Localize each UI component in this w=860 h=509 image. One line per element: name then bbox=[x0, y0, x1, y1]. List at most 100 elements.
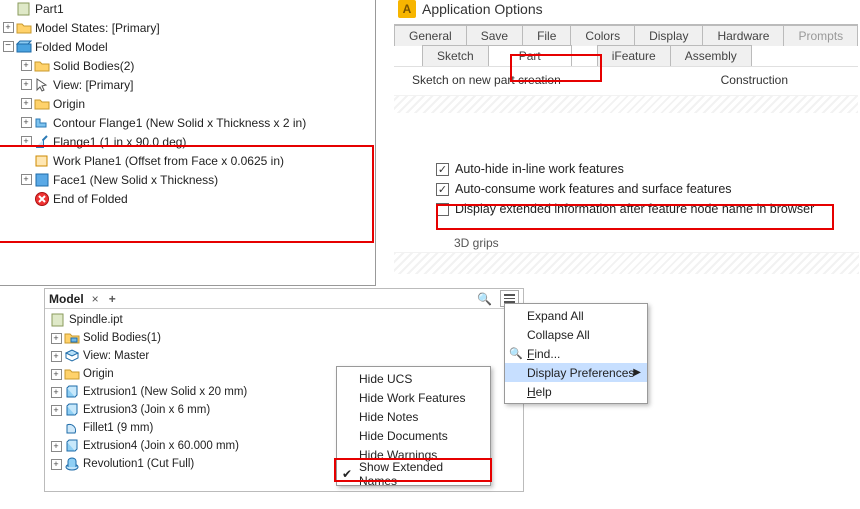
tree-label: Contour Flange1 (New Solid x Thickness x… bbox=[53, 116, 306, 130]
menu-item-hide-notes[interactable]: Hide Notes bbox=[337, 407, 490, 426]
tab-hardware[interactable]: Hardware bbox=[702, 25, 784, 46]
folder-icon bbox=[34, 58, 50, 74]
options-3d-grips-label: 3D grips bbox=[454, 236, 499, 250]
tree-row-solid-bodies[interactable]: Solid Bodies(2) bbox=[0, 56, 375, 75]
expand-icon[interactable] bbox=[19, 59, 33, 73]
face-icon bbox=[34, 172, 50, 188]
expand-icon[interactable] bbox=[19, 135, 33, 149]
tree-row-contour-flange[interactable]: Contour Flange1 (New Solid x Thickness x… bbox=[0, 113, 375, 132]
cursor-icon bbox=[34, 77, 50, 93]
tab-assembly[interactable]: Assembly bbox=[670, 45, 752, 66]
revolution-icon bbox=[64, 456, 80, 472]
expand-icon[interactable] bbox=[49, 403, 63, 417]
tree-row-flange[interactable]: Flange1 (1 in x 90.0 deg) bbox=[0, 132, 375, 151]
tree-label: View: [Primary] bbox=[53, 78, 133, 92]
contour-flange-icon bbox=[34, 115, 50, 131]
expand-icon[interactable] bbox=[19, 173, 33, 187]
menu-item-find[interactable]: 🔍Find... bbox=[505, 344, 647, 363]
tree-row-solid-bodies[interactable]: Solid Bodies(1) bbox=[45, 329, 523, 347]
part-icon bbox=[16, 1, 32, 17]
options-tabs: General Save File Colors Display Hardwar… bbox=[394, 24, 858, 91]
flange-icon bbox=[34, 134, 50, 150]
torn-edge-decoration bbox=[394, 252, 859, 274]
expand-icon[interactable] bbox=[49, 385, 63, 399]
tree-row-origin[interactable]: Origin bbox=[0, 94, 375, 113]
expand-icon[interactable] bbox=[49, 439, 63, 453]
menu-item-hide-documents[interactable]: Hide Documents bbox=[337, 426, 490, 445]
tab-display[interactable]: Display bbox=[634, 25, 703, 46]
menu-item-show-extended-names[interactable]: ✔Show Extended Names bbox=[337, 464, 490, 483]
menu-item-collapse-all[interactable]: Collapse All bbox=[505, 325, 647, 344]
extrusion-icon bbox=[64, 438, 80, 454]
checkbox-auto-consume[interactable]: ✓ Auto-consume work features and surface… bbox=[436, 182, 852, 196]
menu-item-hide-ucs[interactable]: Hide UCS bbox=[337, 369, 490, 388]
menu-item-help[interactable]: Help bbox=[505, 382, 647, 401]
close-tab-button[interactable]: × bbox=[88, 292, 103, 306]
expand-icon[interactable] bbox=[1, 21, 15, 35]
tree-row-face[interactable]: Face1 (New Solid x Thickness) bbox=[0, 170, 375, 189]
options-section-row: Sketch on new part creation Construction bbox=[394, 66, 858, 91]
tree-row-model-states[interactable]: Model States: [Primary] bbox=[0, 18, 375, 37]
expand-icon[interactable] bbox=[19, 78, 33, 92]
checkbox-auto-hide[interactable]: ✓ Auto-hide in-line work features bbox=[436, 162, 852, 176]
torn-edge-decoration bbox=[394, 95, 858, 113]
view-icon bbox=[64, 348, 80, 364]
tree-label: Flange1 (1 in x 90.0 deg) bbox=[53, 135, 186, 149]
tree-row-work-plane[interactable]: Work Plane1 (Offset from Face x 0.0625 i… bbox=[0, 151, 375, 170]
tree-row-folded-model[interactable]: Folded Model bbox=[0, 37, 375, 56]
folder-icon bbox=[16, 20, 32, 36]
tree-row-view-master[interactable]: View: Master bbox=[45, 347, 523, 365]
tree-label: Origin bbox=[53, 97, 85, 111]
tab-ifeature[interactable]: iFeature bbox=[597, 45, 671, 66]
tree-label: Solid Bodies(2) bbox=[53, 59, 134, 73]
expand-icon[interactable] bbox=[49, 349, 63, 363]
work-plane-icon bbox=[34, 153, 50, 169]
application-options-title: A Application Options bbox=[394, 0, 858, 24]
expand-icon[interactable] bbox=[49, 457, 63, 471]
expand-icon[interactable] bbox=[49, 331, 63, 345]
checkbox-checked-icon[interactable]: ✓ bbox=[436, 183, 449, 196]
app-icon: A bbox=[398, 0, 416, 18]
tab-save[interactable]: Save bbox=[466, 25, 523, 46]
checkbox-unchecked-icon[interactable] bbox=[436, 203, 449, 216]
tab-colors[interactable]: Colors bbox=[570, 25, 635, 46]
context-menu-browser: Expand All Collapse All 🔍Find... Display… bbox=[504, 303, 648, 404]
tree-row-spindle[interactable]: Spindle.ipt bbox=[45, 311, 523, 329]
folded-model-icon bbox=[16, 39, 32, 55]
tree-row-part[interactable]: Part1 bbox=[0, 0, 375, 18]
tree-label: End of Folded bbox=[53, 192, 128, 206]
expand-icon[interactable] bbox=[19, 116, 33, 130]
menu-item-expand-all[interactable]: Expand All bbox=[505, 306, 647, 325]
menu-item-hide-work-features[interactable]: Hide Work Features bbox=[337, 388, 490, 407]
fillet-icon bbox=[64, 420, 80, 436]
expand-icon[interactable] bbox=[49, 367, 63, 381]
options-checkbox-group: ✓ Auto-hide in-line work features ✓ Auto… bbox=[436, 156, 852, 222]
tree-label: Part1 bbox=[35, 2, 64, 16]
expand-icon[interactable] bbox=[19, 97, 33, 111]
checkbox-display-extended[interactable]: Display extended information after featu… bbox=[436, 202, 852, 216]
tab-general[interactable]: General bbox=[394, 25, 467, 46]
collapse-icon[interactable] bbox=[1, 40, 15, 54]
tree-label: Folded Model bbox=[35, 40, 108, 54]
model-browser-header: Model × + 🔍 bbox=[45, 289, 523, 309]
search-icon[interactable]: 🔍 bbox=[477, 292, 492, 306]
menu-item-display-preferences[interactable]: Display Preferences▶ bbox=[505, 363, 647, 382]
folder-icon bbox=[34, 96, 50, 112]
tree-label: Model States: [Primary] bbox=[35, 21, 160, 35]
tree-row-view[interactable]: View: [Primary] bbox=[0, 75, 375, 94]
tree-row-end-folded[interactable]: End of Folded bbox=[0, 189, 375, 208]
tab-part[interactable]: Part bbox=[488, 45, 572, 66]
end-of-part-icon bbox=[34, 191, 50, 207]
tree-label: Face1 (New Solid x Thickness) bbox=[53, 173, 218, 187]
checkbox-checked-icon[interactable]: ✓ bbox=[436, 163, 449, 176]
tab-sketch[interactable]: Sketch bbox=[422, 45, 489, 66]
tab-file[interactable]: File bbox=[522, 25, 571, 46]
tab-prompts[interactable]: Prompts bbox=[783, 25, 858, 46]
extrusion-icon bbox=[64, 402, 80, 418]
tree-label: Work Plane1 (Offset from Face x 0.0625 i… bbox=[53, 154, 284, 168]
panel-title: Model bbox=[49, 292, 84, 306]
browser-tree-folded-model: Part1 Model States: [Primary] Folded Mod… bbox=[0, 0, 376, 286]
add-tab-button[interactable]: + bbox=[107, 292, 118, 306]
application-options-panel: A Application Options General Save File … bbox=[394, 0, 858, 113]
extrusion-icon bbox=[64, 384, 80, 400]
